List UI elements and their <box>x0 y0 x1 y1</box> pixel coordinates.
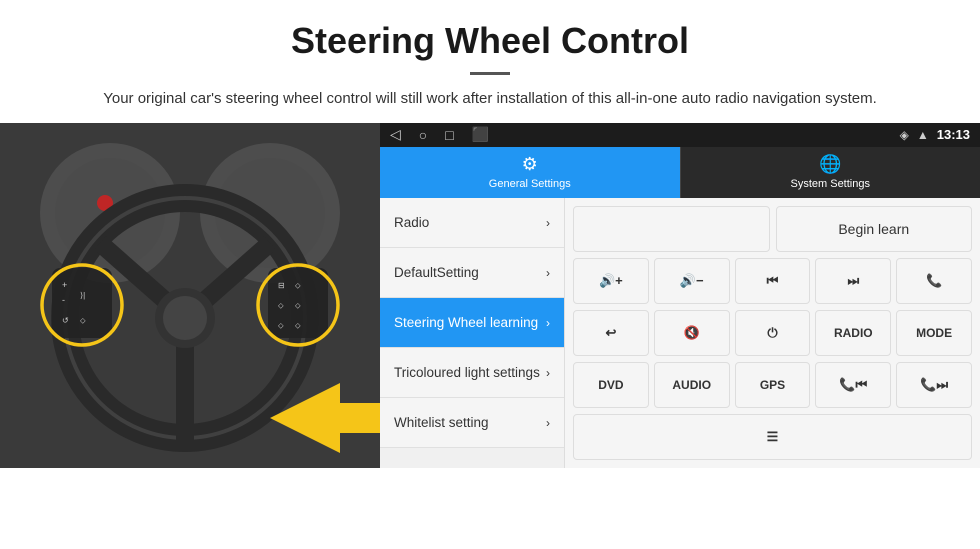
svg-text:⬦: ⬦ <box>278 301 284 310</box>
dvd-button[interactable]: DVD <box>573 362 649 408</box>
svg-text:⬦: ⬦ <box>278 321 284 330</box>
volume-down-icon: 🔊− <box>680 273 704 289</box>
dvd-label: DVD <box>598 378 623 392</box>
audio-button[interactable]: AUDIO <box>654 362 730 408</box>
title-divider <box>470 72 510 75</box>
clock-display: 13:13 <box>937 127 970 142</box>
call-button[interactable]: 📞 <box>896 258 972 304</box>
power-button[interactable]: ⏻ <box>735 310 811 356</box>
mode-button[interactable]: MODE <box>896 310 972 356</box>
radio-label: RADIO <box>834 326 873 340</box>
phone-next-button[interactable]: 📞⏭ <box>896 362 972 408</box>
volume-down-button[interactable]: 🔊− <box>654 258 730 304</box>
mute-icon: 🔇 <box>684 325 700 341</box>
prev-track-icon: ⏮ <box>767 273 779 289</box>
control-row-4: ☰ <box>573 414 972 460</box>
menu-chevron-steering: › <box>546 316 550 330</box>
menu-item-steering-label: Steering Wheel learning <box>394 315 538 330</box>
menu-chevron-default: › <box>546 266 550 280</box>
svg-text:+: + <box>62 280 67 290</box>
top-row: Begin learn <box>573 206 972 252</box>
menu-item-whitelist[interactable]: Whitelist setting › <box>380 398 564 448</box>
menu-icon: ☰ <box>767 429 779 445</box>
back-icon: ◁ <box>390 126 401 143</box>
phone-icon: 📞 <box>926 273 942 289</box>
home-icon: ○ <box>419 127 427 143</box>
mute-button[interactable]: 🔇 <box>654 310 730 356</box>
menu-chevron-radio: › <box>546 216 550 230</box>
control-row-3: DVD AUDIO GPS 📞⏮ 📞⏭ <box>573 362 972 408</box>
android-panel: ◁ ○ □ ⬛ ◈ ▲ 13:13 ⚙ General Settings <box>380 123 980 468</box>
steering-wheel-image: + - ⟩| ↺ ⬦ ⊟ ⬦ ⬦ ⬦ ⬦ ⬦ <box>0 123 380 468</box>
back-arrow-icon: ↩ <box>605 325 616 341</box>
gps-label: GPS <box>760 378 785 392</box>
svg-text:-: - <box>62 295 65 305</box>
tab-system[interactable]: 🌐 System Settings <box>680 147 980 198</box>
menu-list: Radio › DefaultSetting › Steering Wheel … <box>380 198 565 468</box>
phone-prev-button[interactable]: 📞⏮ <box>815 362 891 408</box>
tab-system-label: System Settings <box>791 178 870 190</box>
tab-general-label: General Settings <box>489 178 571 190</box>
status-bar-right: ◈ ▲ 13:13 <box>900 127 970 142</box>
menu-item-radio-label: Radio <box>394 215 429 230</box>
svg-text:⬦: ⬦ <box>295 281 301 290</box>
menu-item-default-setting[interactable]: DefaultSetting › <box>380 248 564 298</box>
wifi-icon: ▲ <box>917 128 929 142</box>
system-settings-icon: 🌐 <box>819 154 841 175</box>
menu-chevron-tricoloured: › <box>546 366 550 380</box>
settings-content: Radio › DefaultSetting › Steering Wheel … <box>380 198 980 468</box>
svg-text:⬦: ⬦ <box>295 321 301 330</box>
menu-item-tricoloured[interactable]: Tricoloured light settings › <box>380 348 564 398</box>
empty-slot <box>573 206 770 252</box>
begin-learn-button[interactable]: Begin learn <box>776 206 973 252</box>
svg-text:⬦: ⬦ <box>295 301 301 310</box>
mode-label: MODE <box>916 326 952 340</box>
phone-prev-icon: 📞⏮ <box>839 377 867 393</box>
control-row-2: ↩ 🔇 ⏻ RADIO MODE <box>573 310 972 356</box>
radio-button[interactable]: RADIO <box>815 310 891 356</box>
page-title: Steering Wheel Control <box>60 20 920 62</box>
menu-item-radio[interactable]: Radio › <box>380 198 564 248</box>
page-container: Steering Wheel Control Your original car… <box>0 0 980 468</box>
menu-item-tricoloured-label: Tricoloured light settings <box>394 365 540 380</box>
audio-label: AUDIO <box>672 378 711 392</box>
general-settings-icon: ⚙ <box>522 154 538 175</box>
location-icon: ◈ <box>900 128 909 142</box>
svg-text:⊟: ⊟ <box>278 281 285 290</box>
next-track-button[interactable]: ⏭ <box>815 258 891 304</box>
power-icon: ⏻ <box>767 325 777 341</box>
menu-item-whitelist-label: Whitelist setting <box>394 415 489 430</box>
tab-general[interactable]: ⚙ General Settings <box>380 147 680 198</box>
menu-chevron-whitelist: › <box>546 416 550 430</box>
status-bar-left: ◁ ○ □ ⬛ <box>390 126 489 143</box>
volume-up-button[interactable]: 🔊+ <box>573 258 649 304</box>
recents-icon: □ <box>445 127 453 143</box>
header-section: Steering Wheel Control Your original car… <box>0 0 980 123</box>
volume-up-icon: 🔊+ <box>599 273 623 289</box>
svg-text:⬦: ⬦ <box>80 316 86 325</box>
phone-next-icon: 📞⏭ <box>920 377 948 393</box>
gps-button[interactable]: GPS <box>735 362 811 408</box>
next-track-icon: ⏭ <box>847 273 859 289</box>
controls-panel: Begin learn 🔊+ 🔊− ⏮ <box>565 198 980 468</box>
back-button[interactable]: ↩ <box>573 310 649 356</box>
svg-text:⟩|: ⟩| <box>80 291 85 300</box>
svg-text:↺: ↺ <box>62 316 69 325</box>
menu-item-steering-wheel[interactable]: Steering Wheel learning › <box>380 298 564 348</box>
main-content: + - ⟩| ↺ ⬦ ⊟ ⬦ ⬦ ⬦ ⬦ ⬦ <box>0 123 980 468</box>
menu-item-default-label: DefaultSetting <box>394 265 479 280</box>
status-bar: ◁ ○ □ ⬛ ◈ ▲ 13:13 <box>380 123 980 147</box>
screenshot-icon: ⬛ <box>472 126 489 143</box>
header-description: Your original car's steering wheel contr… <box>60 87 920 111</box>
prev-track-button[interactable]: ⏮ <box>735 258 811 304</box>
control-row-1: 🔊+ 🔊− ⏮ ⏭ 📞 <box>573 258 972 304</box>
settings-tabs: ⚙ General Settings 🌐 System Settings <box>380 147 980 198</box>
menu-icon-button[interactable]: ☰ <box>573 414 972 460</box>
